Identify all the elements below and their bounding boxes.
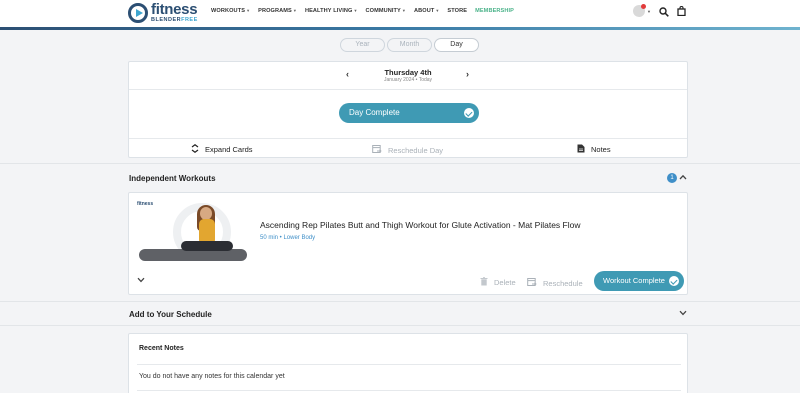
divider bbox=[0, 325, 800, 326]
main-nav: WORKOUTS▼ PROGRAMS▼ HEALTHY LIVING▼ COMM… bbox=[211, 8, 522, 14]
tab-day[interactable]: Day bbox=[434, 38, 479, 52]
reschedule-day-button[interactable]: Reschedule Day bbox=[372, 144, 443, 156]
check-circle-icon bbox=[669, 276, 679, 286]
calendar-reschedule-icon bbox=[527, 277, 537, 289]
chevron-down-icon: ▼ bbox=[246, 8, 251, 13]
workout-count-badge: 1 bbox=[667, 173, 677, 183]
delete-button[interactable]: Delete bbox=[480, 277, 516, 288]
workout-meta: 50 min • Lower Body bbox=[260, 235, 316, 241]
fitness-blender-logo[interactable]: fitness BLENDERFREE bbox=[128, 2, 198, 24]
independent-workouts-title: Independent Workouts bbox=[129, 174, 216, 183]
day-complete-button[interactable]: Day Complete bbox=[339, 103, 479, 123]
recent-notes-card: Recent Notes You do not have any notes f… bbox=[128, 333, 688, 393]
nav-about[interactable]: ABOUT▼ bbox=[414, 8, 439, 14]
expand-arrows-icon bbox=[191, 144, 199, 155]
document-icon bbox=[577, 144, 585, 155]
tab-year[interactable]: Year bbox=[340, 38, 385, 52]
day-card: ‹ Thursday 4th January 2024 • Today › Da… bbox=[128, 61, 688, 158]
notification-dot bbox=[641, 4, 646, 9]
nav-membership[interactable]: MEMBERSHIP bbox=[475, 8, 514, 14]
divider bbox=[0, 301, 800, 302]
expand-cards-button[interactable]: Expand Cards bbox=[191, 144, 253, 155]
day-navigation: ‹ Thursday 4th January 2024 • Today › bbox=[129, 62, 687, 90]
logo-wordmark: fitness bbox=[151, 1, 198, 18]
chevron-down-icon: ▼ bbox=[353, 8, 358, 13]
nav-community[interactable]: COMMUNITY▼ bbox=[366, 8, 406, 14]
nav-programs[interactable]: PROGRAMS▼ bbox=[258, 8, 297, 14]
tab-month[interactable]: Month bbox=[387, 38, 432, 52]
header-icons: ▼ bbox=[633, 4, 686, 17]
chevron-down-icon: ▼ bbox=[401, 8, 406, 13]
chevron-down-icon[interactable] bbox=[137, 277, 145, 285]
chevron-up-icon[interactable] bbox=[679, 174, 687, 182]
workout-title[interactable]: Ascending Rep Pilates Butt and Thigh Wor… bbox=[260, 220, 580, 230]
chevron-down-icon[interactable] bbox=[679, 310, 687, 318]
workout-thumbnail[interactable]: fitness bbox=[137, 199, 247, 265]
day-actions: Expand Cards Reschedule Day Notes bbox=[129, 138, 687, 158]
avatar[interactable] bbox=[633, 4, 646, 17]
nav-healthy-living[interactable]: HEALTHY LIVING▼ bbox=[305, 8, 358, 14]
reschedule-button[interactable]: Reschedule bbox=[527, 277, 583, 289]
header-accent-bar bbox=[0, 27, 800, 30]
notes-button[interactable]: Notes bbox=[577, 144, 611, 155]
search-icon[interactable] bbox=[659, 6, 669, 17]
divider bbox=[0, 163, 800, 164]
nav-store[interactable]: STORE bbox=[447, 8, 467, 14]
logo-play-icon bbox=[128, 2, 148, 23]
check-circle-icon bbox=[464, 108, 474, 118]
next-day-arrow-icon[interactable]: › bbox=[466, 69, 469, 79]
workout-complete-button[interactable]: Workout Complete bbox=[594, 271, 684, 291]
calendar-view-switch: Year Month Day bbox=[340, 38, 479, 52]
trash-icon bbox=[480, 277, 488, 288]
add-to-schedule-title[interactable]: Add to Your Schedule bbox=[129, 310, 212, 319]
chevron-down-icon: ▼ bbox=[292, 8, 297, 13]
notes-empty-message: You do not have any notes for this calen… bbox=[139, 373, 285, 380]
shopping-bag-icon[interactable] bbox=[677, 6, 686, 16]
site-header: fitness BLENDERFREE WORKOUTS▼ PROGRAMS▼ … bbox=[0, 0, 800, 27]
day-subtitle: January 2024 • Today bbox=[383, 77, 433, 83]
calendar-reschedule-icon bbox=[372, 144, 382, 156]
logo-tagline: BLENDERFREE bbox=[151, 17, 198, 23]
chevron-down-icon: ▼ bbox=[435, 8, 440, 13]
thumbnail-logo: fitness bbox=[137, 201, 154, 207]
day-title: Thursday 4th bbox=[384, 68, 432, 77]
workout-card: fitness Ascending Rep Pilates Butt and T… bbox=[128, 192, 688, 295]
chevron-down-icon[interactable]: ▼ bbox=[647, 9, 651, 14]
recent-notes-title: Recent Notes bbox=[139, 345, 184, 352]
nav-workouts[interactable]: WORKOUTS▼ bbox=[211, 8, 250, 14]
